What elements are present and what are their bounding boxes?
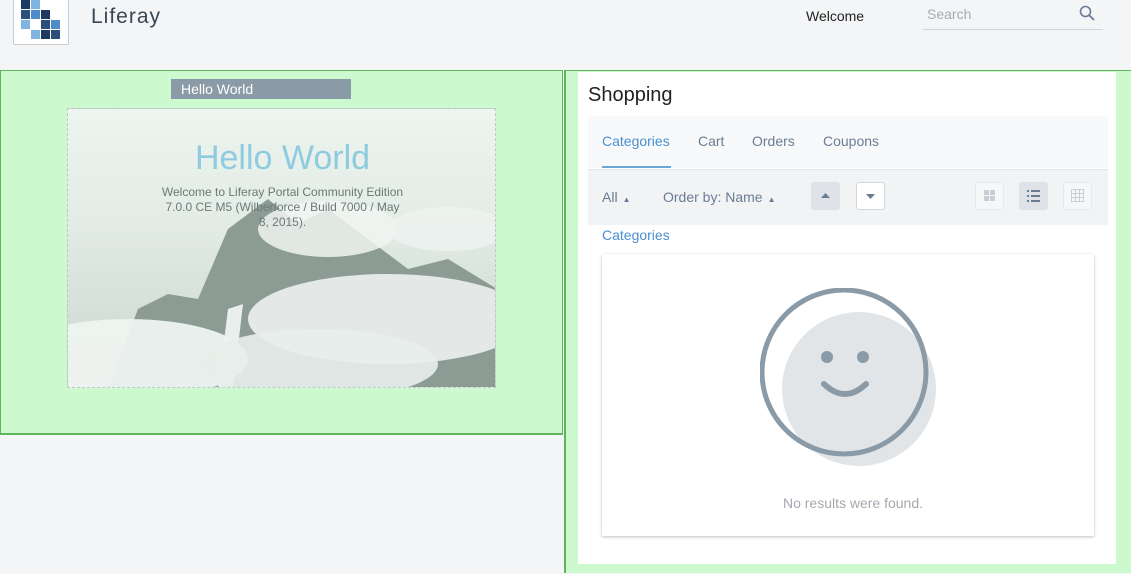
caret-down-icon	[866, 194, 875, 199]
hero-banner: Hello World Welcome to Liferay Portal Co…	[67, 108, 496, 388]
sort-caret-icon: ▲︎	[767, 195, 776, 204]
filter-dropdown[interactable]: All ▲︎	[602, 189, 630, 205]
welcome-link[interactable]: Welcome	[806, 8, 864, 24]
tab-orders[interactable]: Orders	[752, 133, 795, 149]
shopping-title: Shopping	[588, 84, 673, 106]
empty-state-smiley-icon	[760, 288, 936, 466]
portlet-title-bar[interactable]: Hello World	[171, 79, 351, 99]
sort-descending-button[interactable]	[856, 182, 885, 210]
site-name[interactable]: Liferay	[91, 5, 161, 29]
empty-layout-column	[0, 434, 563, 574]
order-by-label: Order by: Name	[663, 189, 763, 205]
order-by-dropdown[interactable]: Order by: Name ▲︎	[663, 189, 776, 205]
filter-label: All	[602, 189, 618, 205]
list-view-button[interactable]	[1019, 182, 1048, 210]
active-tab-indicator	[602, 166, 671, 168]
sort-ascending-button[interactable]	[811, 182, 840, 210]
hero-description: Welcome to Liferay Portal Community Edit…	[161, 185, 404, 229]
tab-categories[interactable]: Categories	[602, 133, 670, 149]
empty-results-message: No results were found.	[782, 495, 924, 511]
liferay-logo[interactable]	[13, 0, 69, 45]
cards-view-button[interactable]	[975, 182, 1004, 210]
list-icon	[1027, 190, 1040, 202]
search-icon[interactable]	[1079, 5, 1095, 21]
caret-up-icon	[821, 193, 830, 198]
grid-icon	[984, 190, 995, 201]
table-icon	[1071, 189, 1084, 202]
tab-coupons[interactable]: Coupons	[823, 133, 879, 149]
search-box[interactable]	[923, 2, 1103, 30]
top-header: Liferay Welcome	[0, 0, 1131, 70]
breadcrumb[interactable]: Categories	[602, 227, 670, 243]
search-input[interactable]	[923, 2, 1077, 26]
tab-cart[interactable]: Cart	[698, 133, 724, 149]
hero-title: Hello World	[194, 139, 371, 177]
sort-caret-icon: ▲︎	[622, 195, 631, 204]
table-view-button[interactable]	[1063, 182, 1092, 210]
